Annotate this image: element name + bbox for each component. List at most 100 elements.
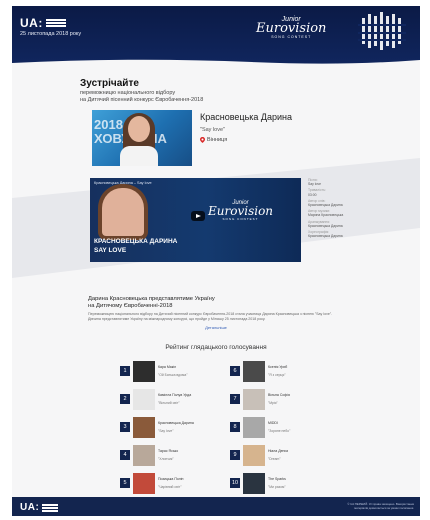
winner-city: Вінниця: [200, 137, 227, 143]
rating-position: 4: [120, 450, 130, 460]
footer-logo-bars-icon: [42, 503, 59, 512]
rating-photo: [133, 417, 155, 438]
rating-item[interactable]: 5 Позицька Полін "Чарівний світ": [120, 473, 220, 495]
details-row: Автор музики: Марина Красновецька: [308, 209, 368, 217]
rating-artist: Вільна Софія: [268, 393, 290, 397]
rating-position: 10: [230, 478, 240, 488]
rating-song: "Мрія": [268, 401, 278, 405]
rating-artist: The Sparks: [268, 477, 286, 481]
rating-photo: [243, 473, 265, 494]
artist-title-line1: Дарина Красновецька представлятиме Украї…: [88, 296, 215, 302]
header-banner: UA: 25 листопада 2018 року Junior Eurovi…: [12, 6, 420, 67]
rating-position: 1: [120, 366, 130, 376]
rating-photo: [133, 473, 155, 494]
play-button[interactable]: [191, 211, 205, 221]
details-row: Автор слів: Красновецька Дарина: [308, 199, 368, 207]
rating-position: 9: [230, 450, 240, 460]
details-value: Красновецька Дарина: [308, 223, 343, 228]
intro-subtitle-line1: переможницю національного відбору: [80, 90, 176, 96]
rating-song: "Вільний світ": [158, 401, 180, 405]
details-value: Красновецька Дарина: [308, 234, 343, 239]
rating-song: "Чарівний світ": [158, 485, 182, 489]
rating-item[interactable]: 7 Вільна Софія "Мрія": [230, 389, 330, 411]
rating-item[interactable]: 1 Кара Макіл "Ой Батька вдома": [120, 361, 220, 383]
logo-text: UA:: [20, 16, 43, 30]
rating-photo: [243, 361, 265, 382]
rating-position: 3: [120, 422, 130, 432]
rating-photo: [133, 389, 155, 410]
rating-artist: Тарас Ясько: [158, 449, 179, 453]
details-value: Say love: [308, 182, 322, 187]
more-link-text[interactable]: Детальніше: [205, 325, 227, 330]
intro-title: Зустрічайте: [80, 78, 139, 89]
rating-item[interactable]: 9 Ніала Дениз "Dream": [230, 445, 330, 467]
rating-song: "Хлопчик": [158, 457, 174, 461]
details-row: Аранжування: Красновецька Дарина: [308, 220, 368, 228]
song-details: Пісня: Say love Тривалість: 03:00 Автор сл…: [308, 178, 368, 240]
winner-song: "Say love": [200, 127, 225, 133]
event-date: 25 листопада 2018 року: [20, 31, 82, 37]
artist-title: Дарина Красновецька представлятиме Украї…: [88, 296, 288, 310]
rating-item[interactable]: 2 Камілла Полуа Урда "Вільний світ": [120, 389, 220, 411]
video-jesc-eurovision: Eurovision: [208, 204, 274, 218]
footer-logo-text: UA:: [20, 502, 40, 513]
rating-position: 8: [230, 422, 240, 432]
video-caption-line2: SAY LOVE: [94, 247, 127, 254]
details-row: Тривалість: 03:00: [308, 188, 368, 196]
photo-face: [128, 116, 150, 142]
rating-item[interactable]: 8 MIDDI "Зоряне небо": [230, 417, 330, 439]
rating-position: 2: [120, 394, 130, 404]
footer-copyright: © UA:ПЕРШИЙ. Усі права захищено. Викорис…: [347, 502, 414, 510]
page: UA: 25 листопада 2018 року Junior Eurovi…: [12, 6, 420, 516]
rating-song: "Say love": [158, 429, 174, 433]
rating-photo: [133, 445, 155, 466]
more-link: Детальніше: [12, 325, 420, 330]
ornament-icon: [358, 12, 406, 50]
rating-position: 7: [230, 394, 240, 404]
rating-item[interactable]: 6 Ксенія Уриб "Я з серця": [230, 361, 330, 383]
video-player[interactable]: Красновецька Дарина – Say love КРАСНОВЕЦ…: [90, 178, 301, 262]
rating-item[interactable]: 3 Красновецька Дарина "Say love": [120, 417, 220, 439]
footer: UA: © UA:ПЕРШИЙ. Усі права захищено. Вик…: [12, 497, 420, 516]
details-value: Марина Красновецька: [308, 213, 344, 218]
rating-position: 6: [230, 366, 240, 376]
rating-song: "Dream": [268, 457, 281, 461]
rating-photo: [133, 361, 155, 382]
intro-subtitle: переможницю національного відбору на Дит…: [80, 90, 280, 104]
video-caption-line1: КРАСНОВЕЦЬКА ДАРИНА: [94, 238, 178, 245]
header-wave: [12, 59, 420, 67]
rating-artist: Красновецька Дарина: [158, 421, 194, 425]
rating-artist: Ніала Дениз: [268, 449, 289, 453]
intro-subtitle-line2: на Дитячий пісенний конкурс Євробачення-…: [80, 97, 204, 103]
video-face: [102, 188, 144, 236]
rating-photo: [243, 417, 265, 438]
artist-description: Переможницею національного відбору на Ди…: [88, 312, 333, 321]
rating-artist: Кара Макіл: [158, 365, 177, 369]
rating-song: "Зоряне небо": [268, 429, 291, 433]
rating-artist: Позицька Полін: [158, 477, 184, 481]
rating-artist: Ксенія Уриб: [268, 365, 288, 369]
rating-artist: Камілла Полуа Урда: [158, 393, 192, 397]
logo-bars-icon: [45, 19, 66, 27]
rating-item[interactable]: 10 The Sparks "Ми разом": [230, 473, 330, 495]
rating-song: "Ми разом": [268, 485, 286, 489]
rating-artist: MIDDI: [268, 421, 278, 425]
rating-song: "Я з серця": [268, 373, 286, 377]
video-jesc-logo: Junior Eurovision SONG CONTEST: [208, 200, 273, 221]
rating-song: "Ой Батька вдома": [158, 373, 188, 377]
details-row: Хореографія: Красновецька Дарина: [308, 230, 368, 238]
rating-title: Рейтинг глядацького голосування: [165, 344, 267, 351]
details-value: 03:00: [308, 192, 317, 197]
details-row: Пісня: Say love: [308, 178, 368, 186]
artist-title-line2: на Дитячому Євробаченні-2018: [88, 303, 173, 309]
rating-photo: [243, 389, 265, 410]
jesc-logo: Junior Eurovision SONG CONTEST: [256, 16, 326, 39]
ua-logo[interactable]: UA:: [20, 16, 66, 30]
jesc-eurovision: Eurovision: [256, 21, 327, 36]
details-value: Красновецька Дарина: [308, 203, 343, 208]
winner-city-label: Вінниця: [207, 137, 228, 143]
rating-photo: [243, 445, 265, 466]
winner-name: Красновецька Дарина: [200, 112, 293, 122]
footer-logo[interactable]: UA:: [20, 502, 59, 513]
rating-item[interactable]: 4 Тарас Ясько "Хлопчик": [120, 445, 220, 467]
